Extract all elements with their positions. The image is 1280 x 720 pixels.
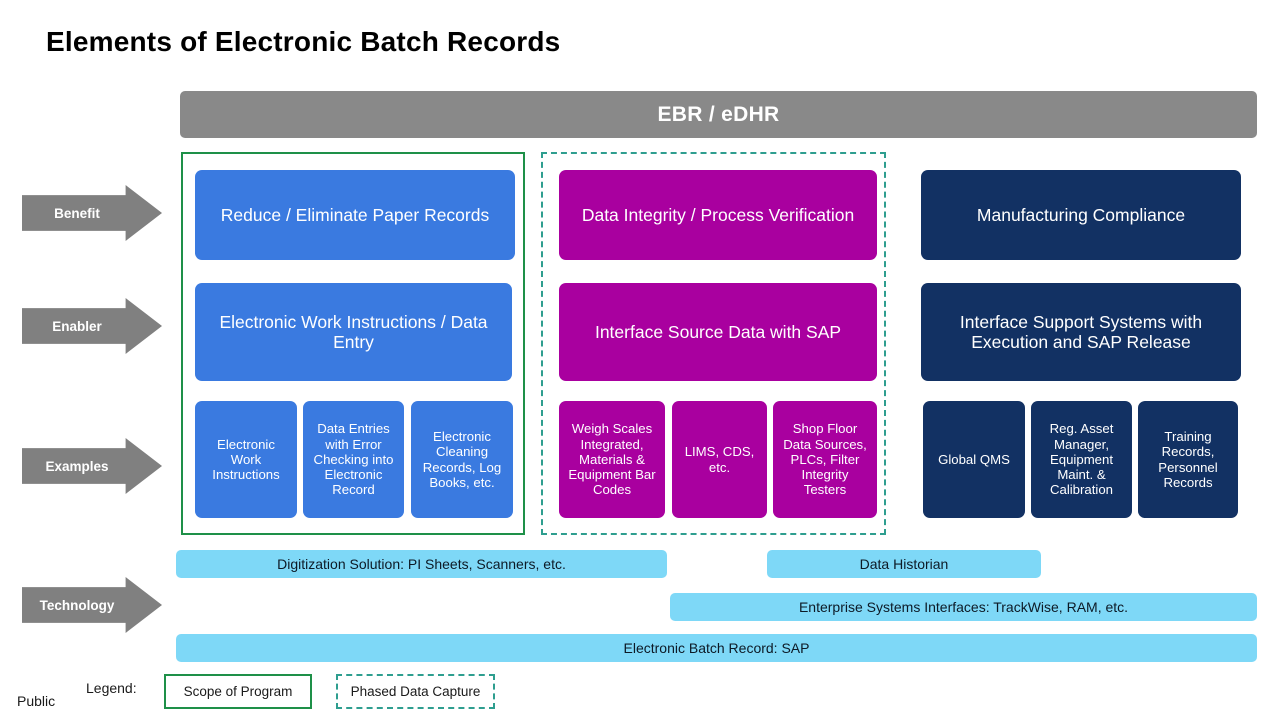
example-box: Training Records, Personnel Records — [1138, 401, 1238, 518]
technology-bar-ebr-sap: Electronic Batch Record: SAP — [176, 634, 1257, 662]
benefit-box-paper-records: Reduce / Eliminate Paper Records — [195, 170, 515, 260]
enabler-box-data-integrity: Interface Source Data with SAP — [559, 283, 877, 381]
example-box: Data Entries with Error Checking into El… — [303, 401, 404, 518]
row-label-examples-text: Examples — [45, 458, 109, 474]
example-box: LIMS, CDS, etc. — [672, 401, 767, 518]
row-label-technology-text: Technology — [39, 597, 115, 613]
enabler-box-compliance: Interface Support Systems with Execution… — [921, 283, 1241, 381]
example-box: Reg. Asset Manager, Equipment Maint. & C… — [1031, 401, 1132, 518]
example-box: Electronic Cleaning Records, Log Books, … — [411, 401, 513, 518]
enabler-box-paper-records: Electronic Work Instructions / Data Entr… — [195, 283, 512, 381]
legend-caption: Legend: — [86, 680, 137, 696]
legend-swatch-scope-of-program: Scope of Program — [164, 674, 312, 709]
benefit-box-compliance: Manufacturing Compliance — [921, 170, 1241, 260]
page-title: Elements of Electronic Batch Records — [46, 26, 561, 57]
technology-bar-enterprise-systems: Enterprise Systems Interfaces: TrackWise… — [670, 593, 1257, 621]
technology-bar-digitization: Digitization Solution: PI Sheets, Scanne… — [176, 550, 667, 578]
row-label-enabler-text: Enabler — [52, 318, 102, 334]
classification-label: Public — [17, 693, 56, 709]
row-label-benefit: Benefit — [22, 185, 162, 241]
example-box: Weigh Scales Integrated, Materials & Equ… — [559, 401, 665, 518]
row-label-enabler: Enabler — [22, 298, 162, 354]
ebr-edhr-header-band: EBR / eDHR — [180, 91, 1257, 138]
benefit-box-data-integrity: Data Integrity / Process Verification — [559, 170, 877, 260]
ebr-edhr-header-label: EBR / eDHR — [657, 102, 780, 126]
example-box: Electronic Work Instructions — [195, 401, 297, 518]
example-box: Shop Floor Data Sources, PLCs, Filter In… — [773, 401, 877, 518]
row-label-technology: Technology — [22, 577, 162, 633]
row-label-benefit-text: Benefit — [54, 205, 100, 221]
example-box: Global QMS — [923, 401, 1025, 518]
legend-swatch-phased-data-capture: Phased Data Capture — [336, 674, 495, 709]
row-label-examples: Examples — [22, 438, 162, 494]
technology-bar-data-historian: Data Historian — [767, 550, 1041, 578]
